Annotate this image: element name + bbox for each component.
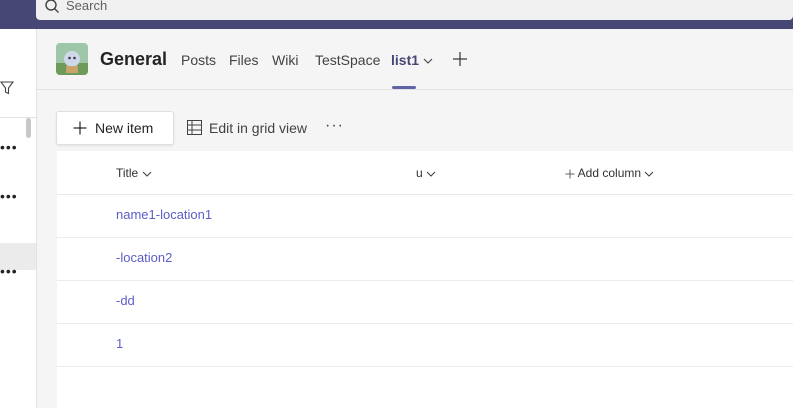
more-options-icon[interactable]: ••• [0, 140, 18, 154]
title-cell[interactable]: -location2 [116, 250, 172, 265]
more-options-icon[interactable]: ••• [0, 264, 18, 278]
column-header-title[interactable]: Title [116, 166, 152, 180]
plus-icon [73, 121, 87, 135]
filter-icon[interactable] [0, 81, 14, 95]
table-row[interactable]: name1-location1 [57, 194, 793, 238]
tab-list1[interactable]: list1 [391, 52, 433, 68]
chevron-down-icon [426, 171, 436, 177]
table-row[interactable]: 1 [57, 323, 793, 367]
tab-posts[interactable]: Posts [181, 52, 216, 68]
divider [0, 117, 36, 118]
command-bar: New item Edit in grid view ··· [37, 90, 793, 150]
channel-header: General Posts Files Wiki TestSpace list1 [37, 29, 793, 90]
list-view: Title u Add column name1-location1 -loca… [57, 151, 793, 408]
channel-list-pane: ••• ••• ••• [0, 29, 37, 408]
table-row[interactable]: -dd [57, 280, 793, 324]
new-item-label: New item [95, 120, 154, 136]
title-cell[interactable]: name1-location1 [116, 207, 212, 222]
search-box[interactable]: Search [36, 0, 793, 20]
more-options-icon[interactable]: ••• [0, 189, 18, 203]
scrollbar-thumb[interactable] [26, 118, 31, 138]
tab-files[interactable]: Files [229, 52, 259, 68]
column-header-u-label: u [416, 166, 423, 180]
active-tab-indicator [392, 86, 416, 89]
add-column-button[interactable]: Add column [565, 166, 654, 180]
channel-name: General [100, 49, 168, 69]
plus-icon [565, 169, 575, 179]
tab-wiki[interactable]: Wiki [272, 52, 298, 68]
add-column-label: Add column [577, 166, 642, 180]
add-tab-icon[interactable] [452, 51, 468, 67]
chevron-down-icon [645, 171, 654, 177]
edit-in-grid-view-label: Edit in grid view [209, 120, 308, 136]
title-cell[interactable]: 1 [116, 336, 123, 351]
grid-icon [187, 120, 202, 135]
column-header-title-label: Title [116, 166, 139, 180]
search-icon [45, 0, 59, 13]
tab-testspace[interactable]: TestSpace [315, 52, 380, 68]
team-avatar [56, 43, 88, 75]
chevron-down-icon [423, 58, 433, 65]
table-row[interactable]: -location2 [57, 237, 793, 281]
chevron-down-icon [142, 171, 151, 177]
title-cell[interactable]: -dd [116, 293, 135, 308]
new-item-button[interactable]: New item [56, 111, 174, 145]
column-header-u[interactable]: u [416, 166, 436, 180]
tab-list1-label: list1 [391, 52, 420, 68]
list-header: Title u Add column [57, 151, 793, 195]
top-bar: Search [0, 0, 793, 29]
more-options-button[interactable]: ··· [325, 117, 344, 135]
search-input[interactable]: Search [66, 0, 107, 13]
